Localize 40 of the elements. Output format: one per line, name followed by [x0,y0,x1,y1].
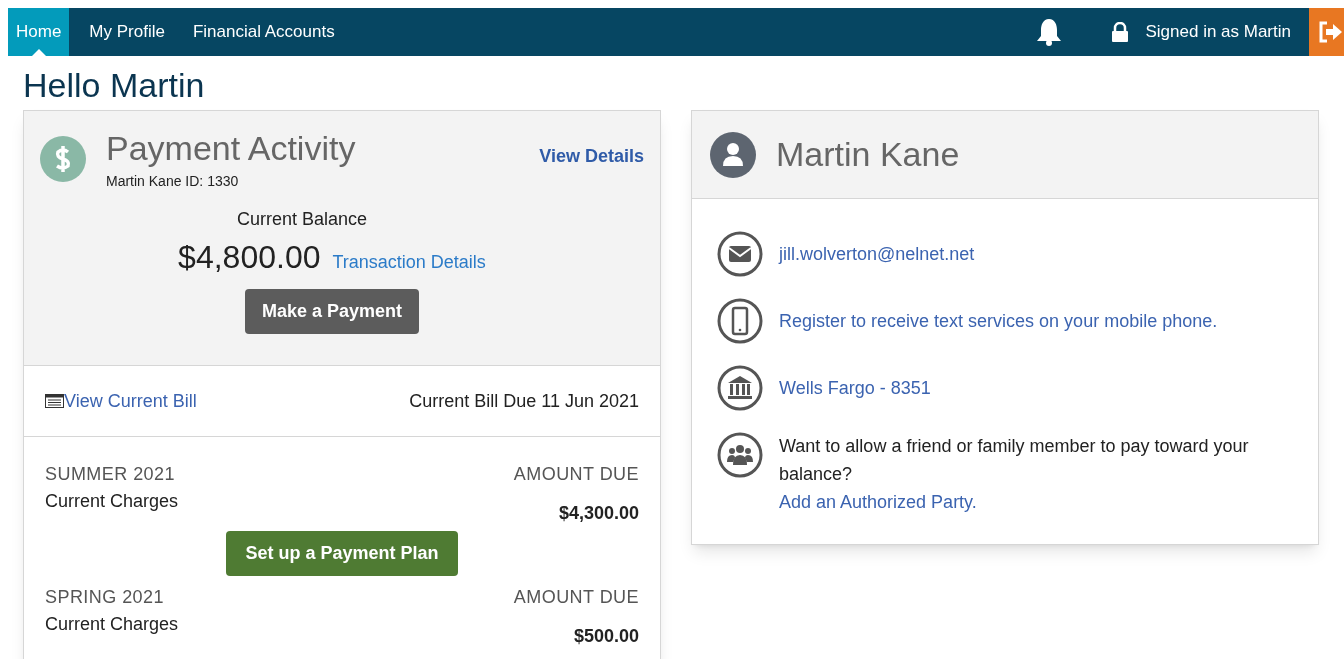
dollar-icon [40,136,86,182]
user-avatar-icon [710,131,756,178]
view-details-link[interactable]: View Details [539,143,644,170]
bank-icon [717,365,763,411]
amount-due-label: AMOUNT DUE [513,463,639,486]
amount-due-label: AMOUNT DUE [513,586,639,609]
group-icon [717,432,763,478]
greeting-heading: Hello Martin [23,65,206,105]
amount-due: $500.00 [573,625,639,648]
balance-label: Current Balance [236,208,368,231]
email-link[interactable]: jill.wolverton@nelnet.net [779,240,975,268]
profile-name: Martin Kane [776,134,960,175]
amount-due: $4,300.00 [558,502,639,525]
signed-in-text: Signed in as Martin [1145,21,1291,44]
make-payment-button[interactable]: Make a Payment [244,289,420,334]
term-name: SUMMER 2021 [45,463,175,486]
phone-link[interactable]: Register to receive text services on your mobile phone. [779,307,1218,335]
nav-tab[interactable]: Home [8,8,70,56]
bill-icon [45,394,64,408]
sign-out-icon [1317,20,1344,44]
nav-tab[interactable]: Financial Accounts [184,8,343,56]
balance-amount: $4,800.00 [178,238,321,277]
account-id-text: Martin Kane ID: 1330 [106,172,240,191]
lock-icon [1111,22,1130,42]
party-link[interactable]: Add an Authorized Party. [779,488,1309,516]
envelope-icon [717,231,763,277]
card-title: Payment Activity [106,129,356,167]
view-bill-link[interactable]: View Current Bill [45,387,197,415]
bill-due-text: Current Bill Due 11 Jun 2021 [409,389,639,413]
transaction-details-link[interactable]: Transaction Details [332,249,486,276]
authorize-prompt-text: Want to allow a friend or family member to pay toward your balance? [779,435,1250,486]
charges-label: Current Charges [45,613,179,636]
sign-out-button[interactable] [1309,8,1344,56]
charges-label: Current Charges [45,490,179,513]
term-name: SPRING 2021 [45,586,164,609]
bell-icon[interactable] [1035,17,1064,47]
payment-plan-button[interactable]: Set up a Payment Plan [226,531,458,576]
mobile-phone-icon [717,298,763,344]
bank-link[interactable]: Wells Fargo - 8351 [779,374,931,402]
nav-tab[interactable]: My Profile [81,8,173,56]
